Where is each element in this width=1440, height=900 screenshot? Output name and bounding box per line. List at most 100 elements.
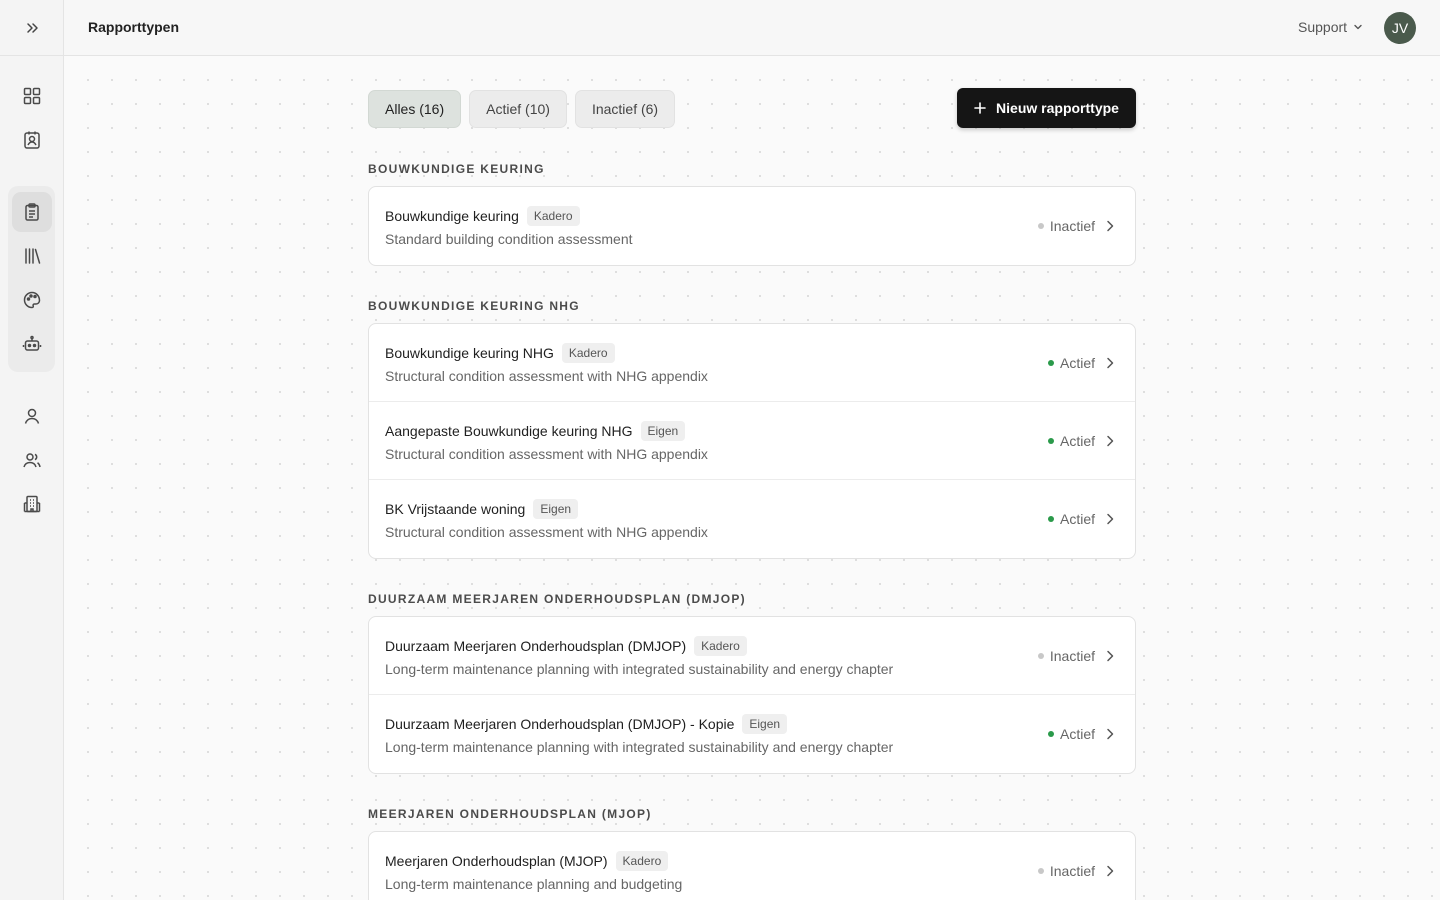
status-label: Inactief (1049, 218, 1095, 234)
item-name: Bouwkundige keuring (385, 208, 519, 224)
section-card: Bouwkundige keuring Kadero Standard buil… (368, 186, 1136, 266)
section-title: BOUWKUNDIGE KEURING (368, 162, 545, 176)
new-report-type-button[interactable]: Nieuw rapporttype (957, 88, 1136, 128)
chevron-right-icon (1107, 513, 1114, 525)
source-badge: Kadero (561, 343, 615, 363)
sidebar-item-contacts[interactable] (12, 120, 52, 160)
contact-card-icon (24, 131, 40, 149)
list-item[interactable]: Duurzaam Meerjaren Onderhoudsplan (DMJOP… (369, 695, 1135, 773)
filter-inactive[interactable]: Inactief (6) (574, 90, 676, 128)
status-dot (1047, 360, 1054, 366)
filter-tabs: Alles (16) Actief (10) Inactief (6) (368, 90, 676, 128)
source-badge: Eigen (533, 499, 579, 519)
top-header: Rapporttypen Support JV (64, 0, 1440, 56)
item-description: Standard building condition assessment (385, 231, 633, 247)
item-description: Structural condition assessment with NHG… (385, 446, 708, 462)
list-item[interactable]: Bouwkundige keuring NHG Kadero Structura… (369, 324, 1135, 402)
item-name: Duurzaam Meerjaren Onderhoudsplan (DMJOP… (385, 716, 735, 732)
list-item[interactable]: BK Vrijstaande woning Eigen Structural c… (369, 480, 1135, 558)
section-title: BOUWKUNDIGE KEURING NHG (368, 299, 580, 313)
section-card: Bouwkundige keuring NHG Kadero Structura… (368, 323, 1136, 559)
source-badge: Eigen (640, 421, 686, 441)
list-item[interactable]: Duurzaam Meerjaren Onderhoudsplan (DMJOP… (369, 617, 1135, 695)
support-menu[interactable]: Support (1298, 19, 1363, 35)
status-label: Inactief (1049, 863, 1095, 879)
sidebar-item-assistant[interactable] (12, 324, 52, 364)
plus-icon (974, 102, 986, 114)
source-badge: Kadero (694, 636, 747, 656)
avatar[interactable]: JV (1384, 12, 1416, 44)
palette-icon (23, 291, 41, 309)
status-dot (1047, 438, 1054, 444)
robot-icon (22, 335, 42, 351)
item-description: Long-term maintenance planning with inte… (385, 739, 894, 755)
list-item[interactable]: Aangepaste Bouwkundige keuring NHG Eigen… (369, 402, 1135, 480)
source-badge: Kadero (615, 851, 669, 871)
status-label: Inactief (1049, 648, 1095, 664)
item-name: Duurzaam Meerjaren Onderhoudsplan (DMJOP… (385, 638, 687, 654)
status-label: Actief (1059, 433, 1095, 449)
filter-active[interactable]: Actief (10) (469, 90, 567, 128)
new-report-type-label: Nieuw rapporttype (996, 100, 1119, 116)
source-badge: Eigen (742, 714, 788, 734)
user-icon (24, 408, 40, 424)
chevron-right-icon (1107, 435, 1114, 447)
sidebar-item-dashboard[interactable] (12, 76, 52, 116)
sidebar-item-organization[interactable] (12, 484, 52, 524)
clipboard-icon (25, 203, 39, 221)
status-indicator: Actief (1047, 726, 1095, 742)
chevron-right-icon (1107, 220, 1114, 232)
status-dot (1047, 731, 1054, 737)
source-badge: Kadero (526, 206, 580, 226)
item-name: BK Vrijstaande woning (385, 501, 526, 517)
status-label: Actief (1059, 355, 1095, 371)
support-label: Support (1298, 19, 1348, 35)
chevron-right-icon (1107, 650, 1114, 662)
page-title: Rapporttypen (88, 19, 179, 35)
sidebar-item-profile[interactable] (12, 396, 52, 436)
chevron-right-icon (1107, 357, 1114, 369)
sidebar-item-library[interactable] (12, 236, 52, 276)
status-indicator: Inactief (1037, 863, 1095, 879)
status-indicator: Inactief (1037, 648, 1095, 664)
item-name: Aangepaste Bouwkundige keuring NHG (385, 423, 633, 439)
dashboard-icon (23, 87, 41, 105)
sidebar-item-themes[interactable] (12, 280, 52, 320)
section-card: Meerjaren Onderhoudsplan (MJOP) Kadero L… (368, 831, 1136, 900)
item-description: Structural condition assessment with NHG… (385, 368, 708, 384)
status-indicator: Inactief (1037, 218, 1095, 234)
status-dot (1037, 653, 1044, 659)
sidebar-item-team[interactable] (12, 440, 52, 480)
filter-all[interactable]: Alles (16) (368, 90, 462, 128)
section-title: MEERJAREN ONDERHOUDSPLAN (MJOP) (368, 807, 652, 821)
list-item[interactable]: Bouwkundige keuring Kadero Standard buil… (369, 187, 1135, 265)
status-dot (1037, 223, 1044, 229)
item-name: Meerjaren Onderhoudsplan (MJOP) (385, 853, 608, 869)
sidebar-item-report-types[interactable] (12, 192, 52, 232)
section-title: DUURZAAM MEERJAREN ONDERHOUDSPLAN (DMJOP… (368, 592, 746, 606)
status-indicator: Actief (1047, 511, 1095, 527)
expand-sidebar-button[interactable] (0, 0, 64, 56)
app-root: Rapporttypen Support JV Alles (16) Actie… (0, 0, 1440, 900)
chevrons-right-icon (27, 22, 38, 33)
chevron-right-icon (1107, 865, 1114, 877)
status-indicator: Actief (1047, 355, 1095, 371)
users-icon (23, 453, 41, 468)
sidebar (0, 0, 64, 900)
chevron-down-icon (1354, 24, 1362, 30)
item-description: Long-term maintenance planning with inte… (385, 661, 894, 677)
item-description: Structural condition assessment with NHG… (385, 524, 708, 540)
main-content: Alles (16) Actief (10) Inactief (6) Nieu… (65, 57, 1440, 900)
building-icon (23, 495, 41, 513)
status-label: Actief (1059, 511, 1095, 527)
status-dot (1047, 516, 1054, 522)
library-icon (25, 248, 41, 264)
status-dot (1037, 868, 1044, 874)
item-description: Long-term maintenance planning and budge… (385, 876, 683, 892)
status-indicator: Actief (1047, 433, 1095, 449)
section-card: Duurzaam Meerjaren Onderhoudsplan (DMJOP… (368, 616, 1136, 774)
status-label: Actief (1059, 726, 1095, 742)
chevron-right-icon (1107, 728, 1114, 740)
item-name: Bouwkundige keuring NHG (385, 345, 554, 361)
list-item[interactable]: Meerjaren Onderhoudsplan (MJOP) Kadero L… (369, 832, 1135, 900)
